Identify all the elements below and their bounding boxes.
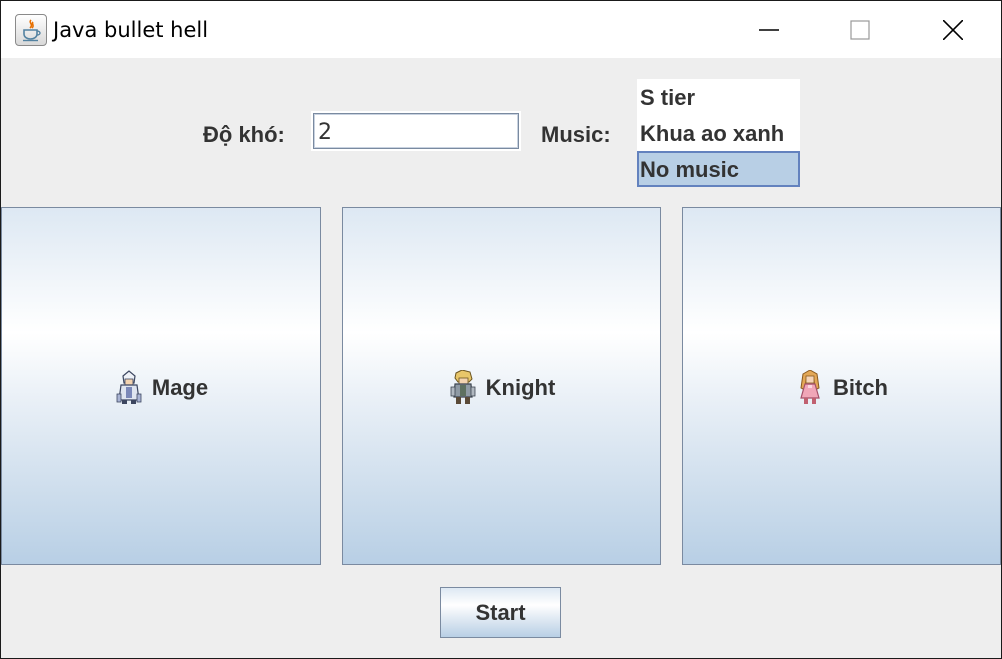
difficulty-input[interactable]: 2 — [313, 113, 519, 149]
music-option-no-music[interactable]: No music — [637, 151, 800, 187]
music-option-khua-ao-xanh[interactable]: Khua ao xanh — [637, 115, 800, 151]
minimize-button[interactable] — [746, 11, 792, 49]
minimize-icon — [759, 29, 779, 31]
girl-sprite-icon — [800, 370, 820, 404]
maximize-icon — [850, 20, 870, 40]
knight-sprite-icon — [450, 370, 476, 404]
title-bar[interactable]: Java bullet hell — [1, 1, 1001, 58]
window-title: Java bullet hell — [53, 18, 209, 42]
knight-label: Knight — [485, 375, 556, 400]
maximize-button[interactable] — [837, 11, 883, 49]
app-window: Java bullet hell Độ khó: 2 Music: S tier… — [0, 0, 1002, 659]
bitch-button[interactable]: Bitch — [682, 207, 1001, 565]
music-list[interactable]: S tier Khua ao xanh No music — [637, 79, 800, 187]
close-button[interactable] — [930, 11, 976, 49]
mage-label: Mage — [151, 375, 209, 400]
start-button[interactable]: Start — [440, 587, 561, 638]
close-icon — [943, 20, 963, 40]
mage-sprite-icon — [116, 370, 142, 404]
mage-button[interactable]: Mage — [1, 207, 321, 565]
bitch-label: Bitch — [833, 375, 888, 400]
difficulty-label: Độ khó: — [203, 122, 285, 147]
music-label: Music: — [541, 122, 611, 147]
music-option-s-tier[interactable]: S tier — [637, 79, 800, 115]
knight-button[interactable]: Knight — [342, 207, 661, 565]
java-coffee-icon — [15, 14, 47, 46]
